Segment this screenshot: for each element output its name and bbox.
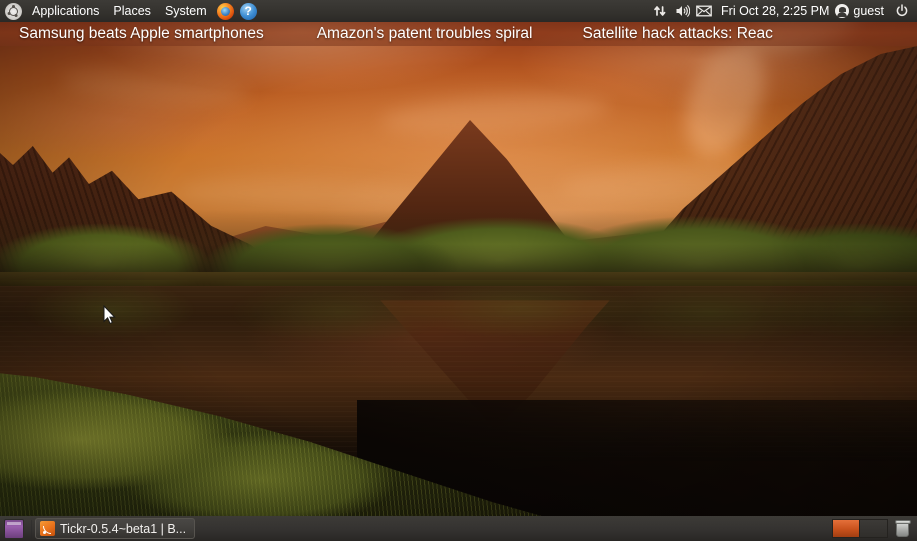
taskbar-item-tickr[interactable]: Tickr-0.5.4~beta1 | B... <box>35 518 196 539</box>
trash-icon[interactable] <box>894 519 911 538</box>
menu-system[interactable]: System <box>158 0 214 22</box>
workspace-switcher[interactable] <box>832 519 888 538</box>
workspace-1[interactable] <box>833 520 860 537</box>
top-panel: Applications Places System ? Fri Oct 28,… <box>0 0 917 22</box>
panel-separator <box>31 519 32 538</box>
network-transfer-icon[interactable] <box>649 1 671 21</box>
menu-places[interactable]: Places <box>106 0 158 22</box>
desktop-wallpaper[interactable] <box>0 0 917 541</box>
firefox-icon[interactable] <box>216 2 234 20</box>
bottom-panel: Tickr-0.5.4~beta1 | B... <box>0 516 917 541</box>
ticker-headline[interactable]: Samsung beats Apple smartphones <box>19 22 264 46</box>
ticker-headline[interactable]: Satellite hack attacks: Reac <box>583 22 773 46</box>
show-desktop-icon[interactable] <box>4 518 24 539</box>
trash-body <box>896 523 909 537</box>
session-label[interactable]: guest <box>853 4 891 18</box>
volume-speaker-icon[interactable] <box>671 1 693 21</box>
clock-indicator[interactable]: Fri Oct 28, 2:25 PM <box>715 4 835 18</box>
bottom-panel-right-group <box>832 519 915 538</box>
power-icon[interactable] <box>891 1 913 21</box>
taskbar-item-label: Tickr-0.5.4~beta1 | B... <box>60 521 187 536</box>
rss-feed-icon <box>40 521 55 536</box>
ticker-headline[interactable]: Amazon's patent troubles spiral <box>317 22 533 46</box>
workspace-2[interactable] <box>860 520 887 537</box>
top-panel-left-group: Applications Places System ? <box>0 0 260 22</box>
news-ticker-bar[interactable]: Samsung beats Apple smartphones Amazon's… <box>0 22 917 46</box>
top-panel-right-group: Fri Oct 28, 2:25 PM guest <box>649 1 917 21</box>
desktop-screen: Applications Places System ? Fri Oct 28,… <box>0 0 917 541</box>
guest-session-icon[interactable] <box>835 4 850 18</box>
menu-applications[interactable]: Applications <box>25 0 106 22</box>
mail-envelope-icon[interactable] <box>693 1 715 21</box>
help-icon[interactable]: ? <box>239 2 257 20</box>
ubuntu-logo-icon[interactable] <box>5 2 22 20</box>
